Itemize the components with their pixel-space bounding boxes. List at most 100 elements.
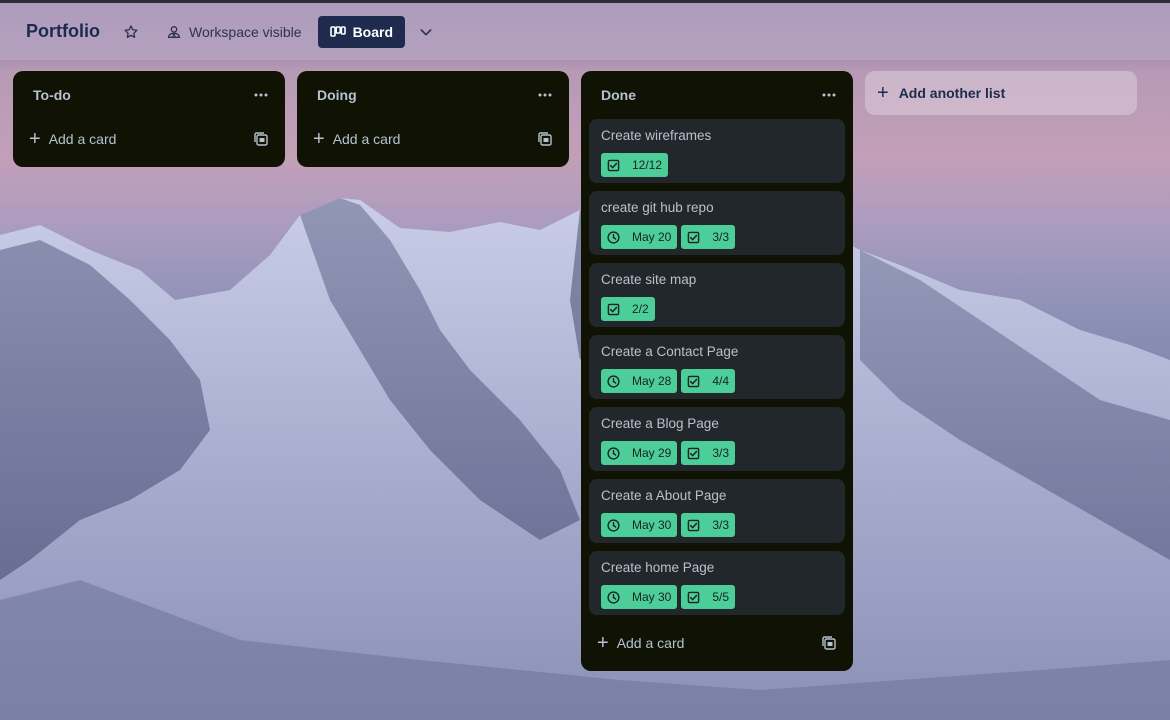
- card-badges: May 28 4/4: [601, 369, 833, 393]
- plus-icon: +: [597, 632, 609, 654]
- workspace-visibility-button[interactable]: Workspace visible: [160, 16, 308, 48]
- badge-text: May 29: [632, 446, 672, 460]
- plus-icon: +: [313, 128, 325, 150]
- template-icon: [822, 636, 836, 650]
- checklist-badge: 3/3: [681, 441, 736, 465]
- list-footer: + Add a card: [581, 623, 853, 663]
- card-badges: 2/2: [601, 297, 833, 321]
- add-card-label: Add a card: [48, 131, 117, 147]
- star-icon: [124, 24, 138, 38]
- checklist-icon: [607, 303, 626, 316]
- checklist-icon: [687, 375, 706, 388]
- clock-icon: [607, 374, 626, 388]
- card-badges: May 30 3/3: [601, 513, 833, 537]
- checklist-icon: [687, 519, 706, 532]
- ellipsis-icon: [538, 93, 552, 97]
- checklist-badge: 3/3: [681, 225, 736, 249]
- due-date-badge[interactable]: May 28: [601, 369, 678, 393]
- card[interactable]: Create a Contact Page May 28 4/4: [589, 335, 845, 399]
- card[interactable]: Create a About Page May 30 3/3: [589, 479, 845, 543]
- badge-text: May 30: [632, 590, 672, 604]
- list-menu-button[interactable]: [533, 83, 557, 107]
- plus-icon: +: [877, 82, 889, 104]
- board-title[interactable]: Portfolio: [26, 21, 100, 42]
- card-title: Create a Blog Page: [601, 416, 719, 431]
- list-title[interactable]: Done: [601, 87, 636, 103]
- create-from-template-button[interactable]: [535, 129, 555, 149]
- due-date-badge[interactable]: May 20: [601, 225, 678, 249]
- badge-text: 3/3: [712, 518, 730, 532]
- add-card-button[interactable]: + Add a card: [29, 129, 116, 149]
- list-menu-button[interactable]: [249, 83, 273, 107]
- card-title: Create a Contact Page: [601, 344, 739, 359]
- add-another-list-button[interactable]: + Add another list: [865, 71, 1137, 115]
- card[interactable]: Create home Page May 30 5/5: [589, 551, 845, 615]
- people-icon: [167, 25, 181, 38]
- checklist-badge: 12/12: [601, 153, 669, 177]
- card[interactable]: Create site map 2/2: [589, 263, 845, 327]
- board-view-button[interactable]: Board: [317, 15, 406, 48]
- clock-icon: [607, 518, 626, 532]
- card-badges: May 30 5/5: [601, 585, 833, 609]
- due-date-badge[interactable]: May 30: [601, 585, 678, 609]
- checklist-icon: [687, 591, 706, 604]
- card-list: Create wireframes 12/12 create git hub rep…: [581, 119, 853, 615]
- card-title: Create home Page: [601, 560, 715, 575]
- card[interactable]: create git hub repo May 20 3/3: [589, 191, 845, 255]
- list-to-do: To-do + Add a card: [13, 71, 285, 167]
- card-title: Create site map: [601, 272, 697, 287]
- card[interactable]: Create a Blog Page May 29 3/3: [589, 407, 845, 471]
- add-card-label: Add a card: [332, 131, 401, 147]
- template-icon: [538, 132, 552, 146]
- list-header: Done: [581, 71, 853, 119]
- visibility-label: Workspace visible: [189, 23, 302, 40]
- card[interactable]: Create wireframes 12/12: [589, 119, 845, 183]
- list-header: To-do: [13, 71, 285, 119]
- view-switcher-dropdown[interactable]: [415, 21, 437, 43]
- checklist-icon: [687, 231, 706, 244]
- list-title[interactable]: To-do: [33, 87, 71, 103]
- list-title[interactable]: Doing: [317, 87, 357, 103]
- clock-icon: [607, 590, 626, 604]
- card-title: Create a About Page: [601, 488, 727, 503]
- card-title: create git hub repo: [601, 200, 714, 215]
- plus-icon: +: [29, 128, 41, 150]
- list-doing: Doing + Add a card: [297, 71, 569, 167]
- badge-text: 5/5: [712, 590, 730, 604]
- create-from-template-button[interactable]: [251, 129, 271, 149]
- template-icon: [254, 132, 268, 146]
- list-footer: + Add a card: [13, 119, 285, 159]
- card-badges: May 29 3/3: [601, 441, 833, 465]
- badge-text: 2/2: [632, 302, 649, 316]
- due-date-badge[interactable]: May 30: [601, 513, 678, 537]
- checklist-icon: [607, 159, 626, 172]
- badge-text: May 30: [632, 518, 672, 532]
- add-list-label: Add another list: [898, 85, 1006, 101]
- board-header: Portfolio Workspace visible Board: [0, 0, 1170, 60]
- due-date-badge[interactable]: May 29: [601, 441, 678, 465]
- card-badges: May 20 3/3: [601, 225, 833, 249]
- card-badges: 12/12: [601, 153, 833, 177]
- badge-text: May 28: [632, 374, 672, 388]
- star-board-button[interactable]: [120, 21, 142, 43]
- board-view-icon: [329, 25, 346, 37]
- list-menu-button[interactable]: [817, 83, 841, 107]
- list-done: Done Create wireframes 12/12 create git hu…: [581, 71, 853, 671]
- add-card-button[interactable]: + Add a card: [313, 129, 400, 149]
- checklist-badge: 2/2: [601, 297, 655, 321]
- add-card-button[interactable]: + Add a card: [597, 633, 684, 653]
- add-card-label: Add a card: [616, 635, 685, 651]
- badge-text: May 20: [632, 230, 672, 244]
- ellipsis-icon: [822, 93, 836, 97]
- ellipsis-icon: [254, 93, 268, 97]
- checklist-icon: [687, 447, 706, 460]
- checklist-badge: 4/4: [681, 369, 736, 393]
- list-header: Doing: [297, 71, 569, 119]
- clock-icon: [607, 230, 626, 244]
- view-label: Board: [352, 23, 394, 40]
- clock-icon: [607, 446, 626, 460]
- checklist-badge: 3/3: [681, 513, 736, 537]
- create-from-template-button[interactable]: [819, 633, 839, 653]
- badge-text: 12/12: [632, 158, 663, 172]
- badge-text: 3/3: [712, 230, 730, 244]
